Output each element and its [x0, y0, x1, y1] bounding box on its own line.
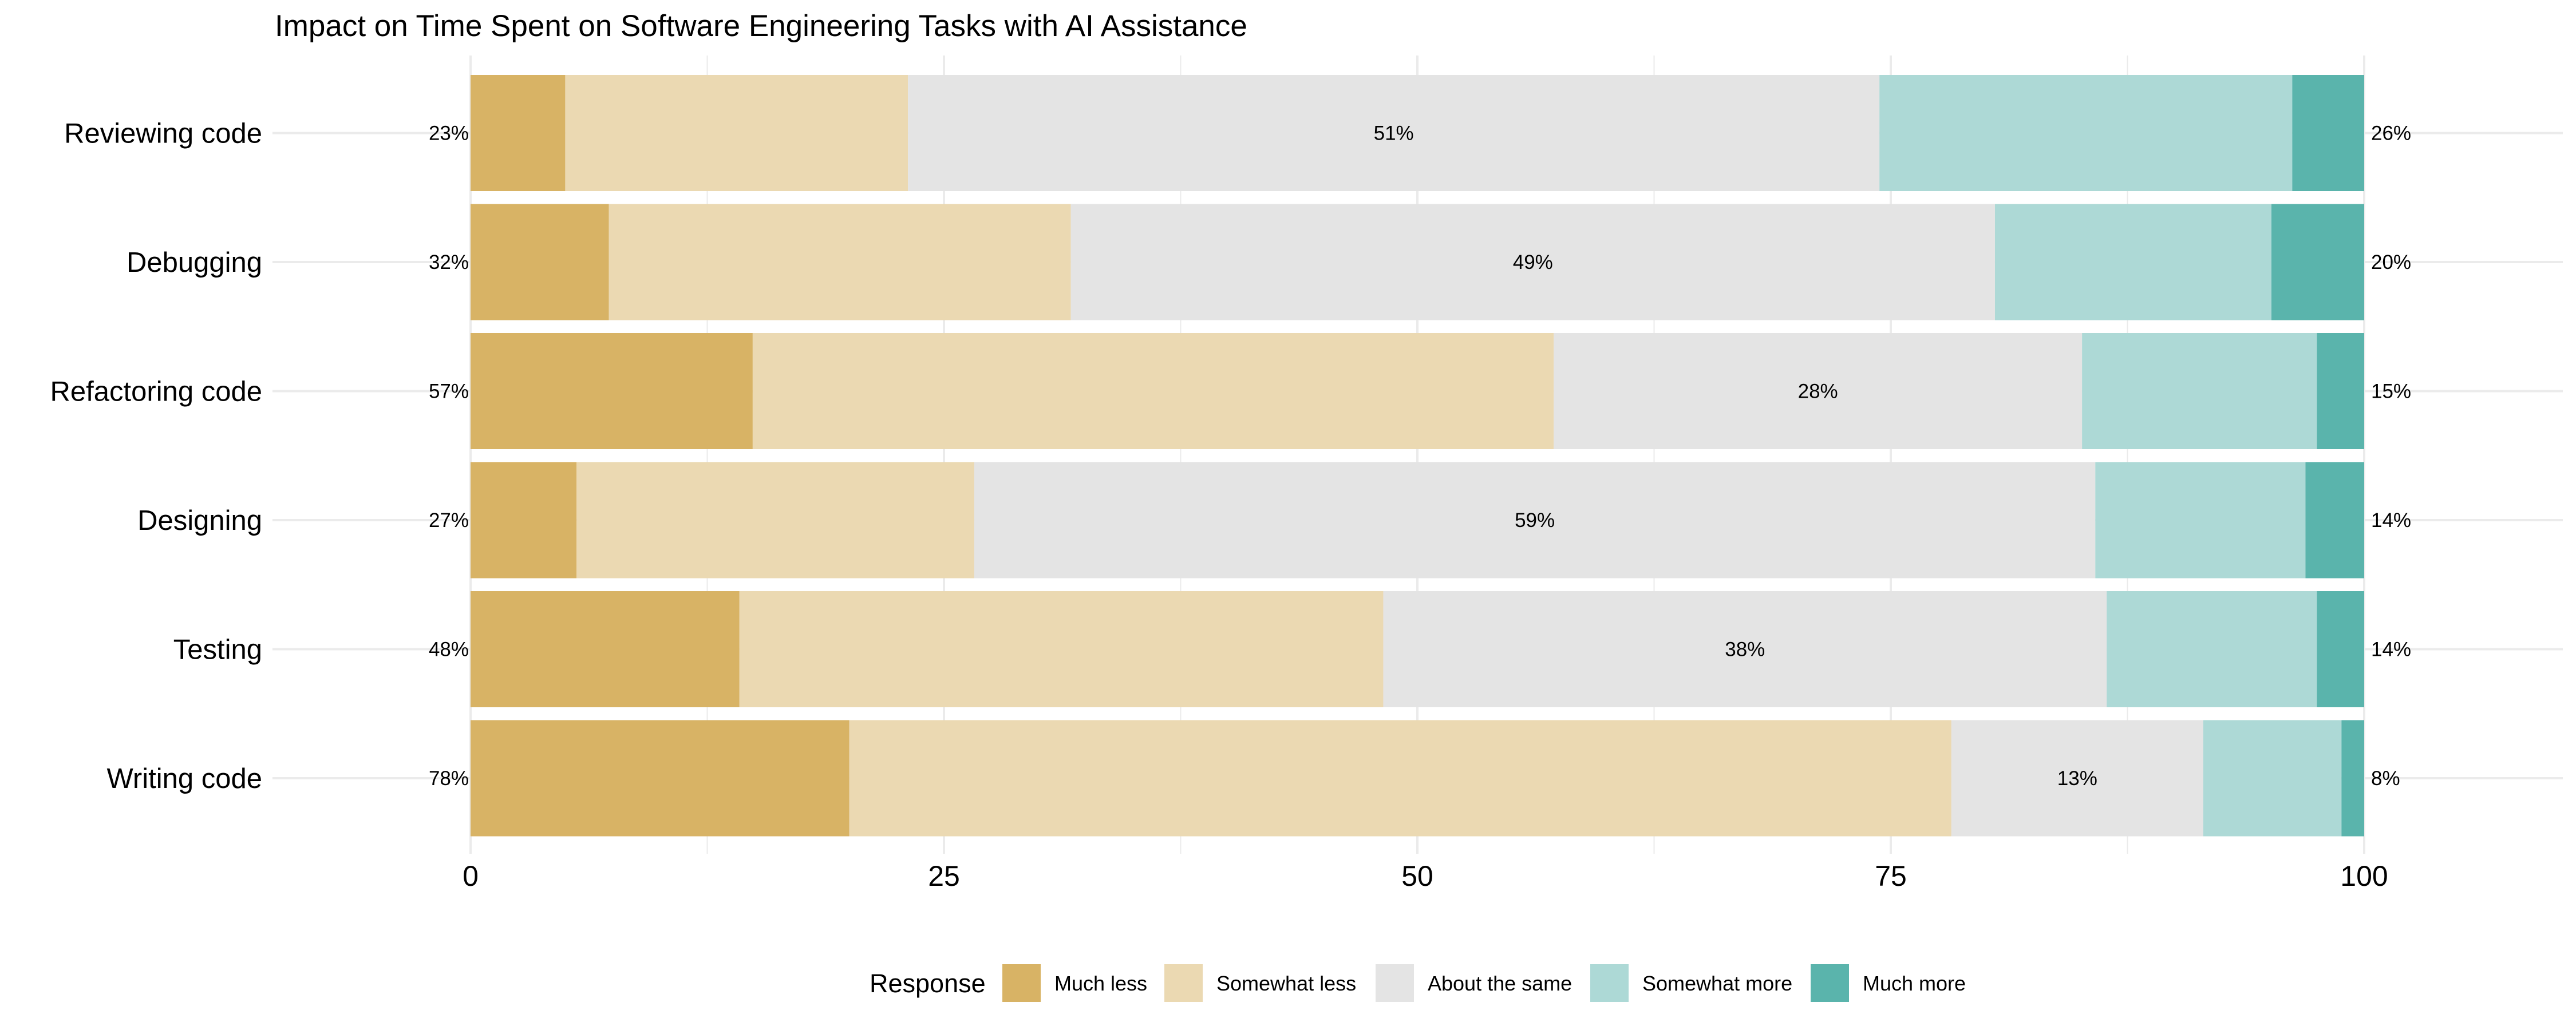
- less-total-label: 57%: [429, 381, 469, 403]
- category-label: Debugging: [127, 247, 262, 278]
- legend-item: About the same: [1376, 964, 1572, 1002]
- more-total-label: 15%: [2371, 381, 2411, 403]
- legend-title: Response: [870, 969, 986, 998]
- legend-swatch: [1164, 964, 1203, 1002]
- bar-segment-somewhat-less: [739, 591, 1384, 707]
- bar-segment-somewhat-less: [565, 75, 908, 191]
- more-total-label: 20%: [2371, 251, 2411, 274]
- legend-item: Somewhat more: [1590, 964, 1792, 1002]
- x-tick-label: 100: [2340, 860, 2388, 892]
- bar-segment-much-more: [2317, 333, 2364, 449]
- bar-segment-somewhat-less: [849, 720, 1951, 837]
- same-label: 38%: [1725, 639, 1765, 661]
- bar-segment-somewhat-more: [2095, 462, 2306, 579]
- category-label: Testing: [173, 635, 262, 665]
- legend-swatch: [1002, 964, 1041, 1002]
- bar-segment-much-less: [471, 75, 566, 191]
- more-total-label: 14%: [2371, 509, 2411, 532]
- stacked-bar-chart: Impact on Time Spent on Software Enginee…: [50, 9, 2563, 1002]
- legend-swatch: [1811, 964, 1849, 1002]
- bar-segment-somewhat-more: [1994, 204, 2271, 320]
- legend-item: Somewhat less: [1164, 964, 1356, 1002]
- same-label: 49%: [1513, 251, 1553, 274]
- legend-swatch: [1376, 964, 1414, 1002]
- bar-segment-somewhat-less: [609, 204, 1071, 320]
- less-total-label: 27%: [429, 509, 469, 532]
- legend-items: Much less Somewhat less About the same Some…: [1002, 964, 1966, 1002]
- bar-segment-much-less: [471, 591, 740, 707]
- legend-label: Somewhat more: [1642, 972, 1792, 995]
- more-total-label: 14%: [2371, 639, 2411, 661]
- legend-label: Much more: [1863, 972, 1966, 995]
- less-total-label: 48%: [429, 639, 469, 661]
- x-tick-label: 25: [928, 860, 960, 892]
- bar-segment-somewhat-more: [2082, 333, 2317, 449]
- less-total-label: 32%: [429, 251, 469, 274]
- legend-item: Much more: [1811, 964, 1966, 1002]
- same-label: 59%: [1515, 509, 1555, 532]
- legend-label: Much less: [1054, 972, 1147, 995]
- x-tick-label: 75: [1875, 860, 1907, 892]
- legend-label: Somewhat less: [1216, 972, 1356, 995]
- bar-segment-much-more: [2292, 75, 2364, 191]
- bar-segment-somewhat-more: [2107, 591, 2317, 707]
- category-label: Refactoring code: [50, 377, 262, 407]
- less-total-label: 23%: [429, 122, 469, 145]
- x-tick-label: 0: [463, 860, 479, 892]
- category-label: Reviewing code: [64, 118, 262, 149]
- same-label: 28%: [1798, 381, 1838, 403]
- legend-swatch: [1590, 964, 1629, 1002]
- same-label: 13%: [2057, 767, 2097, 790]
- more-total-label: 26%: [2371, 122, 2411, 145]
- x-tick-label: 50: [1401, 860, 1433, 892]
- bar-segment-much-more: [2271, 204, 2364, 320]
- x-axis-ticks: 0 25 50 75 100: [463, 860, 2388, 892]
- bar-segment-somewhat-less: [576, 462, 974, 579]
- bar-segment-much-more: [2341, 720, 2364, 837]
- bar-segment-much-more: [2317, 591, 2364, 707]
- bar-segment-much-less: [471, 333, 753, 449]
- less-total-label: 78%: [429, 767, 469, 790]
- more-total-label: 8%: [2371, 767, 2400, 790]
- bar-segment-somewhat-more: [2203, 720, 2342, 837]
- legend: Response Much less Somewhat less About the…: [870, 964, 1966, 1002]
- bar-segment-much-less: [471, 462, 577, 579]
- category-label: Designing: [137, 505, 262, 536]
- bar-segment-much-more: [2305, 462, 2364, 579]
- chart-title: Impact on Time Spent on Software Enginee…: [275, 9, 1247, 43]
- bar-segment-much-less: [471, 204, 609, 320]
- category-label: Writing code: [107, 763, 262, 794]
- same-label: 51%: [1374, 122, 1414, 145]
- legend-label: About the same: [1428, 972, 1572, 995]
- bar-segment-somewhat-more: [1879, 75, 2293, 191]
- category-labels: Reviewing code Debugging Refactoring code D…: [50, 118, 262, 795]
- bar-segment-much-less: [471, 720, 850, 837]
- legend-item: Much less: [1002, 964, 1147, 1002]
- bar-segment-somewhat-less: [752, 333, 1554, 449]
